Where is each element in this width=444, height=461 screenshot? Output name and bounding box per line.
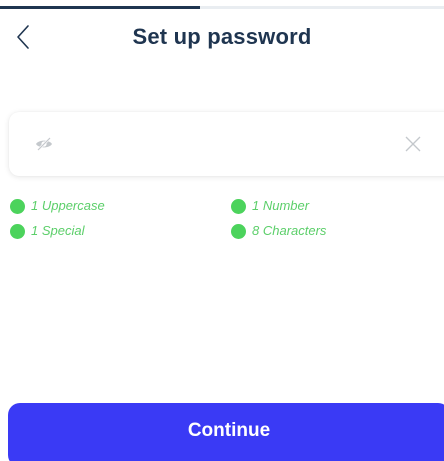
- requirement-status-dot: [10, 223, 25, 239]
- requirement-status-dot: [231, 223, 246, 239]
- page-title: Set up password: [132, 24, 312, 49]
- progress-track: [0, 6, 444, 9]
- continue-button[interactable]: Continue: [8, 403, 444, 461]
- requirement-label: 1 Special: [31, 223, 85, 238]
- requirement-characters: 8 Characters: [231, 222, 326, 240]
- requirement-number: 1 Number: [231, 197, 309, 215]
- visibility-toggle[interactable]: [34, 134, 54, 154]
- requirement-status-dot: [10, 198, 25, 214]
- requirement-special: 1 Special: [10, 222, 84, 240]
- requirement-label: 1 Number: [252, 198, 310, 213]
- progress-fill: [0, 6, 200, 9]
- close-icon: [405, 136, 421, 152]
- setup-password-screen: Set up password 1 Uppercase 1 Number 1 S…: [0, 0, 444, 461]
- requirement-status-dot: [231, 198, 246, 214]
- clear-button[interactable]: [403, 134, 423, 154]
- eye-off-icon: [36, 137, 52, 151]
- requirement-label: 1 Uppercase: [31, 198, 105, 213]
- password-input[interactable]: [65, 126, 389, 164]
- requirement-label: 8 Characters: [252, 223, 327, 238]
- requirement-uppercase: 1 Uppercase: [10, 197, 105, 215]
- password-field: [9, 112, 444, 176]
